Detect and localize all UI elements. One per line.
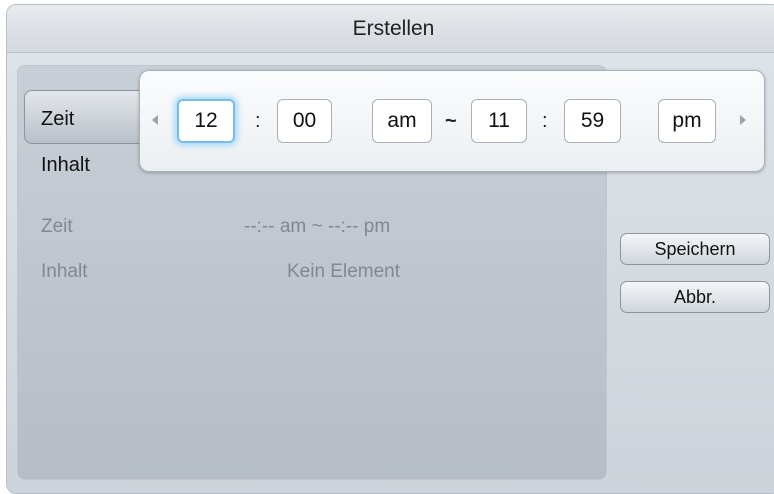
inhalt-info-label: Inhalt (41, 261, 88, 282)
start-hour-field[interactable]: 12 (177, 99, 235, 143)
start-ampm-field[interactable]: am (372, 99, 432, 143)
dialog-title: Erstellen (7, 5, 774, 53)
end-minute-field[interactable]: 59 (564, 99, 621, 143)
inhalt-info-value: Kein Element (287, 261, 401, 282)
end-colon: : (542, 110, 548, 132)
zeit-info-label: Zeit (41, 216, 73, 237)
save-button[interactable]: Speichern (620, 233, 770, 265)
menu-item-inhalt[interactable]: Inhalt (41, 154, 90, 177)
zeit-info-value: --:-- am ~ --:-- pm (244, 216, 391, 237)
arrow-right-icon[interactable] (740, 115, 746, 125)
arrow-left-icon[interactable] (152, 115, 158, 125)
start-minute-field[interactable]: 00 (277, 99, 332, 143)
start-colon: : (255, 110, 261, 132)
time-picker-popup: 12 : 00 am ~ 11 : 59 pm (139, 70, 765, 172)
end-ampm-field[interactable]: pm (658, 99, 716, 143)
cancel-button[interactable]: Abbr. (620, 281, 770, 313)
end-hour-field[interactable]: 11 (471, 99, 527, 143)
menu-item-zeit-label: Zeit (41, 108, 75, 130)
range-separator: ~ (445, 110, 457, 132)
